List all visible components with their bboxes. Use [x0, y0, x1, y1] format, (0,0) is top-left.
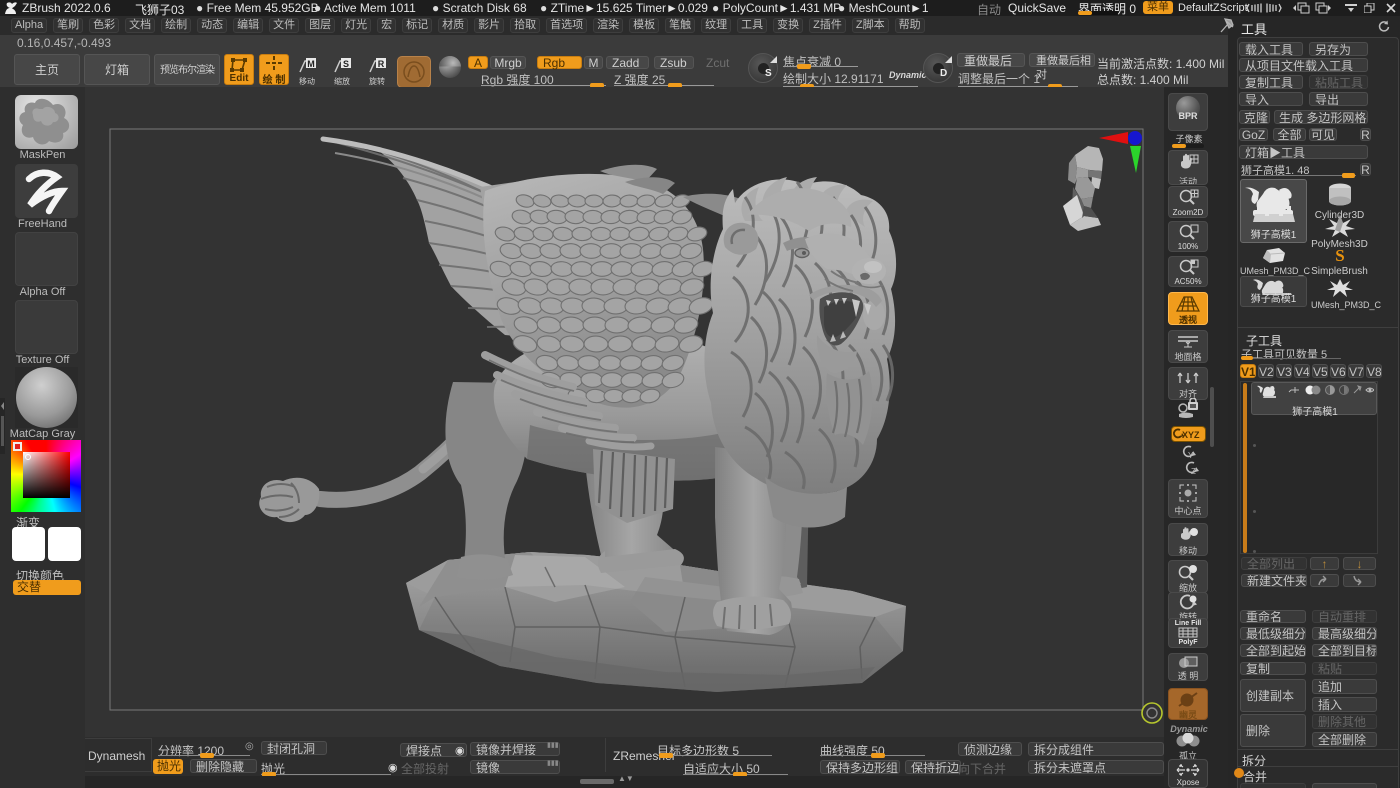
- svg-text:S: S: [343, 59, 349, 69]
- svg-text:Y: Y: [1188, 451, 1194, 460]
- svg-text:R: R: [378, 59, 385, 69]
- svg-text:M: M: [307, 59, 315, 69]
- svg-text:Z: Z: [1191, 467, 1196, 476]
- svg-text:XYZ: XYZ: [1182, 430, 1200, 440]
- svg-text:S: S: [1335, 247, 1344, 264]
